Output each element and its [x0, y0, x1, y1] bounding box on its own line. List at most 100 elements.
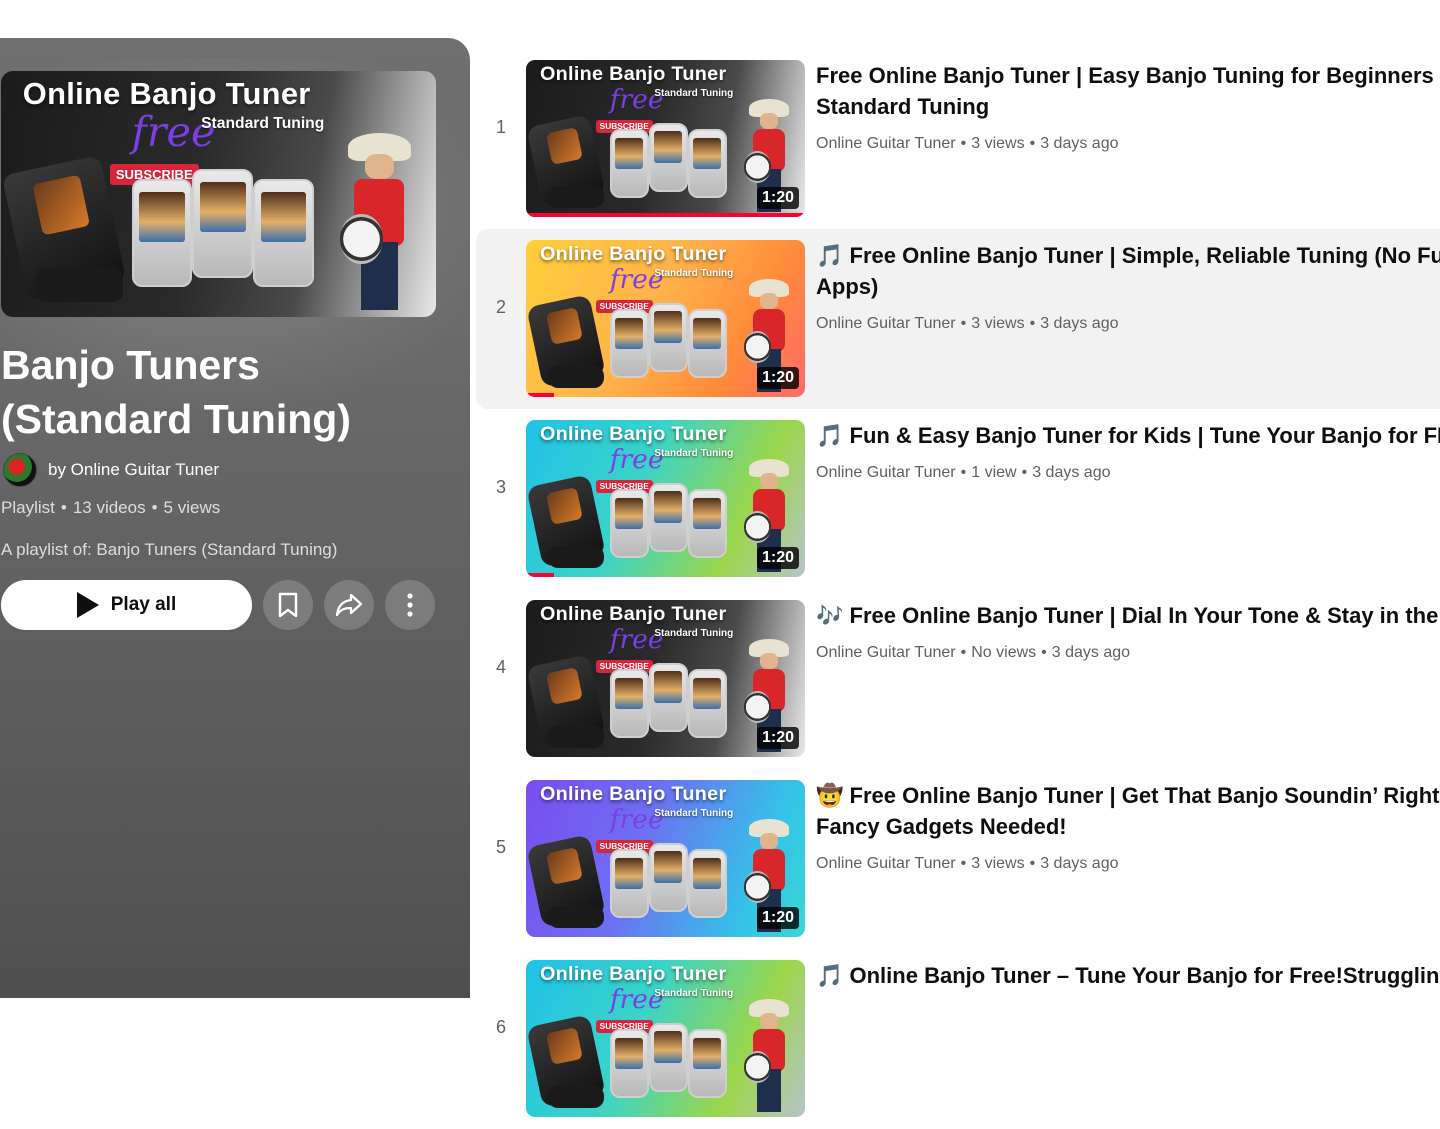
video-thumbnail[interactable]: Online Banjo Tuner free Standard Tuning … — [526, 240, 805, 397]
phone-graphic — [648, 302, 688, 372]
head-graphic — [759, 832, 778, 849]
playlist-owner[interactable]: by Online Guitar Tuner — [3, 453, 219, 487]
video-channel-name[interactable]: Online Guitar Tuner — [816, 855, 956, 872]
video-meta: Online Guitar Tuner • No views • 3 days ago — [816, 644, 1131, 661]
phone-graphic — [687, 1029, 727, 1099]
head-graphic — [759, 292, 778, 309]
playlist-meta: Playlist • 13 videos • 5 views — [1, 498, 221, 517]
share-icon — [335, 593, 363, 617]
playlist-video-row[interactable]: 3 Online Banjo Tuner free Standard Tunin… — [476, 409, 1440, 589]
video-info: 🤠 Free Online Banjo Tuner | Get That Ban… — [816, 780, 1440, 873]
playlist-video-row[interactable]: 1 Online Banjo Tuner free Standard Tunin… — [476, 49, 1440, 229]
save-playlist-button[interactable] — [263, 580, 313, 630]
channel-avatar[interactable] — [3, 453, 37, 487]
playlist-video-row[interactable]: 5 Online Banjo Tuner free Standard Tunin… — [476, 769, 1440, 949]
video-thumbnail[interactable]: Online Banjo Tuner free Standard Tuning … — [526, 780, 805, 937]
video-title[interactable]: 🎵 Fun & Easy Banjo Tuner for Kids | Tune… — [816, 420, 1440, 451]
video-meta: Online Guitar Tuner • 3 views • 3 days ago — [816, 315, 1119, 332]
playlist-video-row[interactable]: 6 Online Banjo Tuner free Standard Tunin… — [476, 949, 1440, 1129]
phone-graphic — [687, 129, 727, 199]
thumbnail-subtitle-text: Standard Tuning — [201, 115, 325, 133]
watch-progress-bar — [526, 213, 805, 217]
video-index: 6 — [495, 1017, 506, 1037]
video-title-line1: 🤠 Free Online Banjo Tuner | Get That Ban… — [816, 783, 1440, 808]
tuner-clip-graphic — [548, 185, 605, 208]
tuner-clip-graphic — [548, 725, 605, 748]
video-channel-name[interactable]: Online Guitar Tuner — [816, 464, 956, 481]
play-all-button[interactable]: Play all — [1, 580, 252, 630]
video-age: 3 days ago — [1040, 135, 1119, 152]
playlist-hero-thumbnail[interactable]: Online Banjo Tuner free Standard Tuning … — [1, 71, 436, 317]
video-views: 3 views — [971, 315, 1025, 332]
playlist-video-row[interactable]: 4 Online Banjo Tuner free Standard Tunin… — [476, 589, 1440, 769]
tuner-clip-graphic — [548, 905, 605, 928]
video-index: 3 — [495, 477, 506, 497]
watch-progress-bar — [526, 573, 554, 577]
video-title[interactable]: 🎵 Free Online Banjo Tuner | Simple, Reli… — [816, 240, 1440, 302]
video-channel-name[interactable]: Online Guitar Tuner — [816, 315, 956, 332]
phone-graphic — [131, 179, 193, 288]
phone-graphic — [609, 489, 649, 559]
thumbnail-subtitle-text: Standard Tuning — [654, 268, 734, 280]
video-views: 3 views — [971, 135, 1025, 152]
video-title-line2: Standard Tuning — [816, 94, 990, 119]
phone-graphic — [192, 169, 254, 278]
phone-graphic — [609, 849, 649, 919]
tuner-clip-graphic — [548, 365, 605, 388]
more-actions-button[interactable] — [385, 580, 435, 630]
banjo-graphic — [743, 1051, 771, 1083]
phone-graphic — [253, 179, 315, 288]
video-info: 🎵 Online Banjo Tuner – Tune Your Banjo f… — [816, 960, 1440, 991]
video-thumbnail[interactable]: Online Banjo Tuner free Standard Tuning … — [526, 420, 805, 577]
video-channel-name[interactable]: Online Guitar Tuner — [816, 135, 956, 152]
banjo-graphic — [743, 871, 771, 903]
video-title[interactable]: 🤠 Free Online Banjo Tuner | Get That Ban… — [816, 780, 1440, 842]
video-title-line2: Apps) — [816, 274, 879, 299]
video-title-line1: 🎵 Free Online Banjo Tuner | Simple, Reli… — [816, 243, 1440, 268]
playlist-video-list: 1 Online Banjo Tuner free Standard Tunin… — [476, 0, 1440, 1117]
thumbnail-subtitle-text: Standard Tuning — [654, 628, 734, 640]
video-thumbnail[interactable]: Online Banjo Tuner free Standard Tuning … — [526, 960, 805, 1117]
phone-graphic — [648, 1022, 688, 1092]
video-info: 🎶 Free Online Banjo Tuner | Dial In Your… — [816, 600, 1440, 662]
video-age: 3 days ago — [1040, 855, 1119, 872]
share-button[interactable] — [324, 580, 374, 630]
phone-graphic — [687, 669, 727, 739]
phone-graphic — [609, 1029, 649, 1099]
video-age: 3 days ago — [1051, 644, 1131, 661]
playlist-description: A playlist of: Banjo Tuners (Standard Tu… — [1, 540, 338, 559]
banjo-graphic — [743, 331, 771, 363]
phone-graphic — [648, 122, 688, 192]
phone-graphic — [648, 842, 688, 912]
video-thumbnail[interactable]: Online Banjo Tuner free Standard Tuning … — [526, 600, 805, 757]
thumbnail-subtitle-text: Standard Tuning — [654, 988, 734, 1000]
owner-name[interactable]: by Online Guitar Tuner — [48, 460, 219, 480]
video-duration: 1:20 — [756, 547, 799, 569]
video-thumbnail[interactable]: Online Banjo Tuner free Standard Tuning … — [526, 60, 805, 217]
play-icon — [76, 592, 99, 618]
watch-progress-bar — [526, 393, 554, 397]
video-title-line1: Free Online Banjo Tuner | Easy Banjo Tun… — [816, 63, 1440, 88]
video-title-line2: Fancy Gadgets Needed! — [816, 814, 1067, 839]
video-title[interactable]: 🎵 Online Banjo Tuner – Tune Your Banjo f… — [816, 960, 1440, 991]
tuner-clip-graphic — [548, 1085, 605, 1108]
video-channel-name[interactable]: Online Guitar Tuner — [816, 644, 956, 661]
head-graphic — [759, 112, 778, 129]
video-title[interactable]: 🎶 Free Online Banjo Tuner | Dial In Your… — [816, 600, 1440, 631]
tuner-clip-graphic — [35, 267, 123, 303]
video-info: 🎵 Fun & Easy Banjo Tuner for Kids | Tune… — [816, 420, 1440, 482]
head-graphic — [759, 472, 778, 489]
phone-graphic — [687, 849, 727, 919]
phone-graphic — [609, 129, 649, 199]
video-views: 3 views — [971, 855, 1025, 872]
playlist-video-row[interactable]: 2 Online Banjo Tuner free Standard Tunin… — [476, 229, 1440, 409]
view-count: 5 views — [163, 498, 221, 517]
banjo-graphic — [340, 213, 383, 264]
video-meta: Online Guitar Tuner • 1 view • 3 days ago — [816, 464, 1111, 481]
playlist-actions: Play all — [1, 580, 435, 630]
video-duration: 1:20 — [756, 187, 799, 209]
video-title-line1: 🎵 Online Banjo Tuner – Tune Your Banjo f… — [816, 963, 1440, 988]
video-title[interactable]: Free Online Banjo Tuner | Easy Banjo Tun… — [816, 60, 1440, 122]
video-count: 13 videos — [72, 498, 146, 517]
thumbnail-subtitle-text: Standard Tuning — [654, 448, 734, 460]
